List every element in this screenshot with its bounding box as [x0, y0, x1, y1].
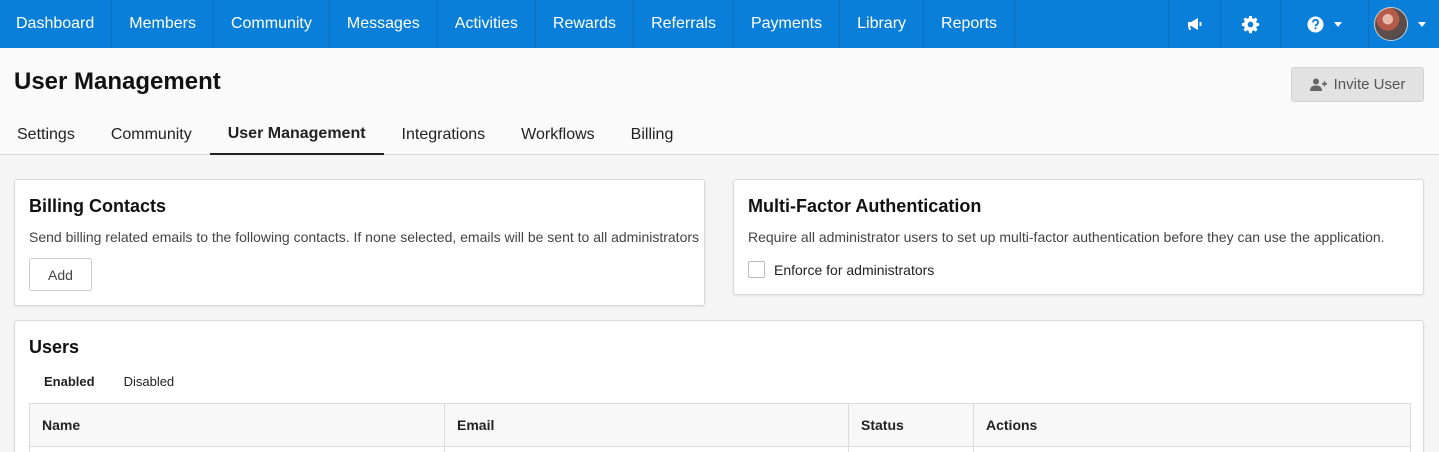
nav-messages[interactable]: Messages — [330, 0, 438, 48]
avatar — [1374, 7, 1408, 41]
table-row — [30, 447, 1410, 452]
nav-reports[interactable]: Reports — [924, 0, 1016, 48]
nav-members[interactable]: Members — [112, 0, 214, 48]
mfa-card: Multi-Factor Authentication Require all … — [733, 179, 1424, 295]
nav-referrals[interactable]: Referrals — [634, 0, 734, 48]
column-name[interactable]: Name — [30, 404, 445, 446]
mfa-description: Require all administrator users to set u… — [748, 229, 1385, 245]
page-header: User Management Invite User Settings Com… — [0, 48, 1439, 155]
users-table-header: Name Email Status Actions — [30, 404, 1410, 447]
tab-integrations[interactable]: Integrations — [384, 114, 504, 155]
subtab-disabled[interactable]: Disabled — [124, 374, 175, 389]
add-user-icon — [1309, 78, 1327, 91]
chevron-down-icon — [1418, 21, 1426, 27]
column-status[interactable]: Status — [849, 404, 974, 446]
mfa-title: Multi-Factor Authentication — [748, 196, 982, 216]
help-menu-button[interactable] — [1280, 0, 1368, 48]
top-navigation: Dashboard Members Community Messages Act… — [0, 0, 1439, 48]
billing-contacts-description: Send billing related emails to the follo… — [29, 229, 700, 245]
users-subtabs: Enabled Disabled — [30, 374, 203, 389]
users-table: Name Email Status Actions — [29, 403, 1411, 452]
nav-community[interactable]: Community — [214, 0, 330, 48]
nav-payments[interactable]: Payments — [734, 0, 841, 48]
add-billing-contact-button[interactable]: Add — [29, 258, 92, 291]
megaphone-icon — [1187, 17, 1203, 31]
nav-dashboard[interactable]: Dashboard — [0, 0, 113, 48]
nav-rewards[interactable]: Rewards — [536, 0, 635, 48]
tab-workflows[interactable]: Workflows — [503, 114, 613, 155]
invite-user-button[interactable]: Invite User — [1291, 67, 1424, 102]
chevron-down-icon — [1334, 21, 1342, 27]
tab-billing[interactable]: Billing — [613, 114, 692, 155]
tab-user-management[interactable]: User Management — [209, 114, 384, 155]
nav-library[interactable]: Library — [840, 0, 925, 48]
page-title: User Management — [14, 68, 221, 95]
column-email[interactable]: Email — [445, 404, 849, 446]
settings-button[interactable] — [1220, 0, 1280, 48]
gear-icon — [1241, 15, 1260, 34]
column-actions: Actions — [986, 417, 1038, 433]
settings-tabs: Settings Community User Management Integ… — [0, 114, 691, 155]
users-card: Users Enabled Disabled Name Email Status… — [14, 320, 1424, 452]
users-title: Users — [29, 337, 80, 357]
billing-contacts-card: Billing Contacts Send billing related em… — [14, 179, 705, 306]
tab-settings[interactable]: Settings — [0, 114, 93, 155]
enforce-mfa-row: Enforce for administrators — [748, 261, 934, 278]
subtab-enabled[interactable]: Enabled — [44, 374, 95, 389]
tab-community[interactable]: Community — [93, 114, 210, 155]
nav-activities[interactable]: Activities — [438, 0, 536, 48]
help-icon — [1307, 15, 1324, 33]
enforce-mfa-label[interactable]: Enforce for administrators — [774, 262, 934, 278]
user-menu-button[interactable] — [1368, 0, 1439, 48]
nav-right-icons — [1168, 0, 1439, 48]
announcements-button[interactable] — [1168, 0, 1220, 48]
enforce-mfa-checkbox[interactable] — [748, 261, 765, 278]
invite-user-label: Invite User — [1333, 76, 1406, 93]
billing-contacts-title: Billing Contacts — [29, 196, 167, 216]
